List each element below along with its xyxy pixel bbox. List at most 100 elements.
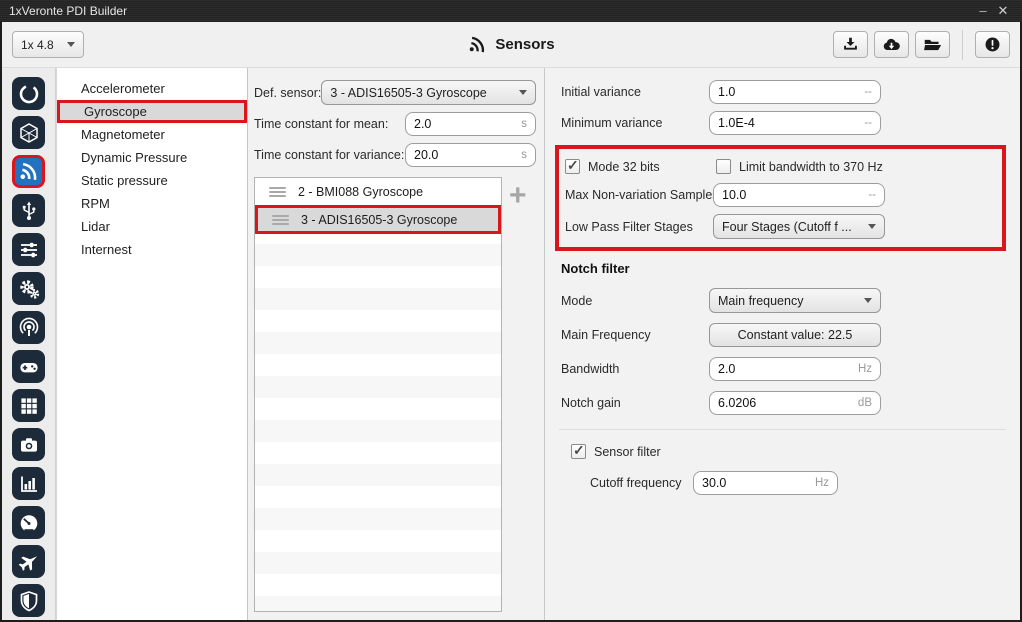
page-title: Sensors [495, 36, 554, 53]
minimum-variance-input[interactable]: 1.0E-4 -- [709, 111, 881, 135]
sidebar-item-usb[interactable] [12, 194, 45, 227]
checkbox-icon[interactable]: ✓ [565, 159, 580, 174]
menu-item-magnetometer[interactable]: Magnetometer [57, 123, 247, 146]
chevron-down-icon [519, 90, 527, 95]
list-item-adis16505[interactable]: 3 - ADIS16505-3 Gyroscope [255, 205, 501, 234]
broadcast-icon [17, 316, 41, 340]
sensor-filter-checkbox[interactable]: ✓ Sensor filter [571, 444, 1006, 459]
sidebar-item-sensors[interactable] [12, 155, 45, 188]
menu-item-rpm[interactable]: RPM [57, 192, 247, 215]
usb-icon [17, 199, 41, 223]
drag-handle-icon[interactable] [269, 187, 286, 197]
notch-gain-value: 6.0206 [718, 396, 756, 410]
menu-item-internest[interactable]: Internest [57, 238, 247, 261]
checkbox-icon[interactable]: ✓ [571, 444, 586, 459]
max-nonvariation-unit: -- [868, 189, 876, 201]
sidebar-item-gamepad[interactable] [12, 350, 45, 383]
sidebar-item-cube[interactable] [12, 116, 45, 149]
lpf-stages-label: Low Pass Filter Stages [565, 220, 713, 234]
sidebar-item-camera[interactable] [12, 428, 45, 461]
tc-variance-value: 20.0 [414, 148, 438, 162]
sliders-icon [17, 238, 41, 262]
tc-mean-value: 2.0 [414, 117, 431, 131]
sidebar-item-power-ring[interactable] [12, 77, 45, 110]
lpf-stages-dropdown[interactable]: Four Stages (Cutoff f ... [713, 214, 885, 239]
drag-handle-icon[interactable] [272, 215, 289, 225]
menu-item-lidar[interactable]: Lidar [57, 215, 247, 238]
alert-button[interactable] [975, 31, 1010, 58]
sidebar-item-broadcast[interactable] [12, 311, 45, 344]
list-item-label: 3 - ADIS16505-3 Gyroscope [301, 213, 457, 227]
notch-mode-label: Mode [561, 294, 709, 308]
menu-item-accelerometer[interactable]: Accelerometer [57, 77, 247, 100]
gyroscope-detail-panel: Initial variance 1.0 -- Minimum variance… [545, 68, 1020, 620]
cutoff-frequency-value: 30.0 [702, 476, 726, 490]
sidebar-item-sliders[interactable] [12, 233, 45, 266]
camera-icon [17, 433, 41, 457]
sidebar-item-gauge[interactable] [12, 506, 45, 539]
sidebar-item-grid[interactable] [12, 389, 45, 422]
menu-item-dynamic-pressure[interactable]: Dynamic Pressure [57, 146, 247, 169]
notch-gain-unit: dB [858, 397, 872, 409]
highlighted-settings-group: ✓ Mode 32 bits ✓ Limit bandwidth to 370 … [555, 145, 1006, 251]
initial-variance-label: Initial variance [561, 85, 709, 99]
def-sensor-dropdown[interactable]: 3 - ADIS16505-3 Gyroscope [321, 80, 536, 105]
main-frequency-button[interactable]: Constant value: 22.5 [709, 323, 881, 347]
title-bar: 1xVeronte PDI Builder – ✕ [0, 0, 1022, 22]
tc-variance-unit: s [521, 149, 527, 161]
max-nonvariation-input[interactable]: 10.0 -- [713, 183, 885, 207]
download-icon [842, 36, 859, 53]
mode-32-bits-label: Mode 32 bits [588, 160, 660, 174]
notch-mode-value: Main frequency [718, 294, 803, 308]
initial-variance-input[interactable]: 1.0 -- [709, 80, 881, 104]
initial-variance-value: 1.0 [718, 85, 735, 99]
rss-icon [467, 35, 487, 55]
sidebar-item-plane[interactable] [12, 545, 45, 578]
minimize-button[interactable]: – [973, 1, 993, 21]
close-button[interactable]: ✕ [993, 1, 1013, 21]
chevron-down-icon [864, 298, 872, 303]
max-nonvariation-value: 10.0 [722, 188, 746, 202]
tc-variance-input[interactable]: 20.0 s [405, 143, 536, 167]
window-title: 1xVeronte PDI Builder [9, 4, 127, 18]
plane-icon [17, 550, 41, 574]
toolbar-separator [962, 30, 963, 60]
power-ring-icon [17, 82, 41, 106]
list-item-bmi088[interactable]: 2 - BMI088 Gyroscope [255, 178, 501, 205]
chevron-down-icon [67, 42, 75, 47]
alert-icon [984, 36, 1001, 53]
download-button[interactable] [833, 31, 868, 58]
tc-mean-input[interactable]: 2.0 s [405, 112, 536, 136]
version-selector-label: 1x 4.8 [21, 38, 54, 52]
minimum-variance-unit: -- [864, 117, 872, 129]
gears-icon [17, 277, 41, 301]
lpf-stages-value: Four Stages (Cutoff f ... [722, 220, 852, 234]
sidebar-item-gears[interactable] [12, 272, 45, 305]
menu-item-static-pressure[interactable]: Static pressure [57, 169, 247, 192]
sensor-filter-label: Sensor filter [594, 445, 661, 459]
checkbox-icon[interactable]: ✓ [716, 159, 731, 174]
version-selector-dropdown[interactable]: 1x 4.8 [12, 31, 84, 58]
bandwidth-value: 2.0 [718, 362, 735, 376]
notch-mode-dropdown[interactable]: Main frequency [709, 288, 881, 313]
bandwidth-unit: Hz [858, 363, 872, 375]
bandwidth-input[interactable]: 2.0 Hz [709, 357, 881, 381]
open-folder-button[interactable] [915, 31, 950, 58]
notch-gain-input[interactable]: 6.0206 dB [709, 391, 881, 415]
section-divider [559, 429, 1006, 430]
sidebar-item-bar-chart[interactable] [12, 467, 45, 500]
initial-variance-unit: -- [864, 86, 872, 98]
shield-icon [17, 589, 41, 613]
menu-item-gyroscope[interactable]: Gyroscope [57, 100, 247, 123]
mode-32-bits-checkbox[interactable]: ✓ Mode 32 bits [565, 159, 716, 174]
main-area: Accelerometer Gyroscope Magnetometer Dyn… [2, 68, 1020, 620]
cutoff-frequency-label: Cutoff frequency [590, 476, 693, 490]
cloud-download-button[interactable] [874, 31, 909, 58]
rss-icon [18, 161, 40, 183]
sidebar-item-shield[interactable] [12, 584, 45, 617]
add-sensor-button[interactable]: + [509, 183, 527, 612]
limit-bandwidth-checkbox[interactable]: ✓ Limit bandwidth to 370 Hz [716, 159, 883, 174]
open-folder-icon [923, 37, 942, 53]
app-body: 1x 4.8 Sensors [2, 22, 1020, 620]
cutoff-frequency-input[interactable]: 30.0 Hz [693, 471, 838, 495]
